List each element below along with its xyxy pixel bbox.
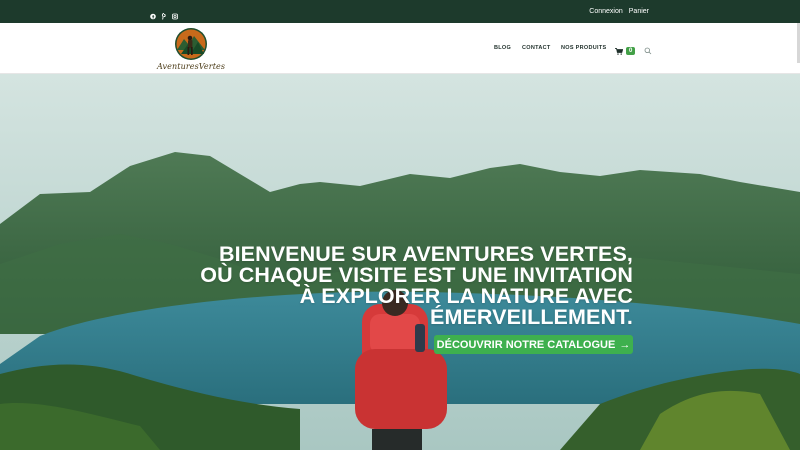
- cart-link[interactable]: Panier: [629, 7, 649, 16]
- account-links: Connexion Panier: [589, 7, 649, 16]
- main-nav-products-wrap: NOS PRODUITS: [561, 43, 606, 53]
- search-icon[interactable]: [644, 42, 652, 55]
- main-nav-contact-wrap: CONTACT: [522, 43, 551, 53]
- instagram-icon[interactable]: [172, 7, 178, 20]
- header-cart[interactable]: 0: [615, 42, 636, 60]
- nav-products[interactable]: NOS PRODUITS: [561, 45, 606, 51]
- nav-contact[interactable]: CONTACT: [522, 45, 551, 51]
- cta-label: DÉCOUVRIR NOTRE CATALOGUE: [436, 338, 616, 351]
- arrow-right-icon: →: [619, 338, 631, 351]
- hero-section: BIENVENUE SUR AVENTURES VERTES, OÙ CHAQU…: [0, 74, 800, 450]
- facebook-icon[interactable]: [150, 7, 156, 20]
- top-bar: Connexion Panier: [0, 0, 800, 23]
- brand-name: AventuresVertes: [157, 62, 226, 71]
- site-header: [0, 23, 800, 74]
- social-links: [150, 7, 178, 20]
- cart-count-badge: 0: [626, 47, 636, 55]
- pinterest-icon[interactable]: [161, 7, 167, 20]
- hero-headline: BIENVENUE SUR AVENTURES VERTES, OÙ CHAQU…: [200, 242, 633, 329]
- main-nav: BLOG: [494, 43, 511, 53]
- cart-icon: [615, 42, 624, 60]
- discover-catalogue-button[interactable]: DÉCOUVRIR NOTRE CATALOGUE →: [434, 335, 633, 354]
- login-link[interactable]: Connexion: [589, 7, 622, 16]
- nav-blog[interactable]: BLOG: [494, 45, 511, 51]
